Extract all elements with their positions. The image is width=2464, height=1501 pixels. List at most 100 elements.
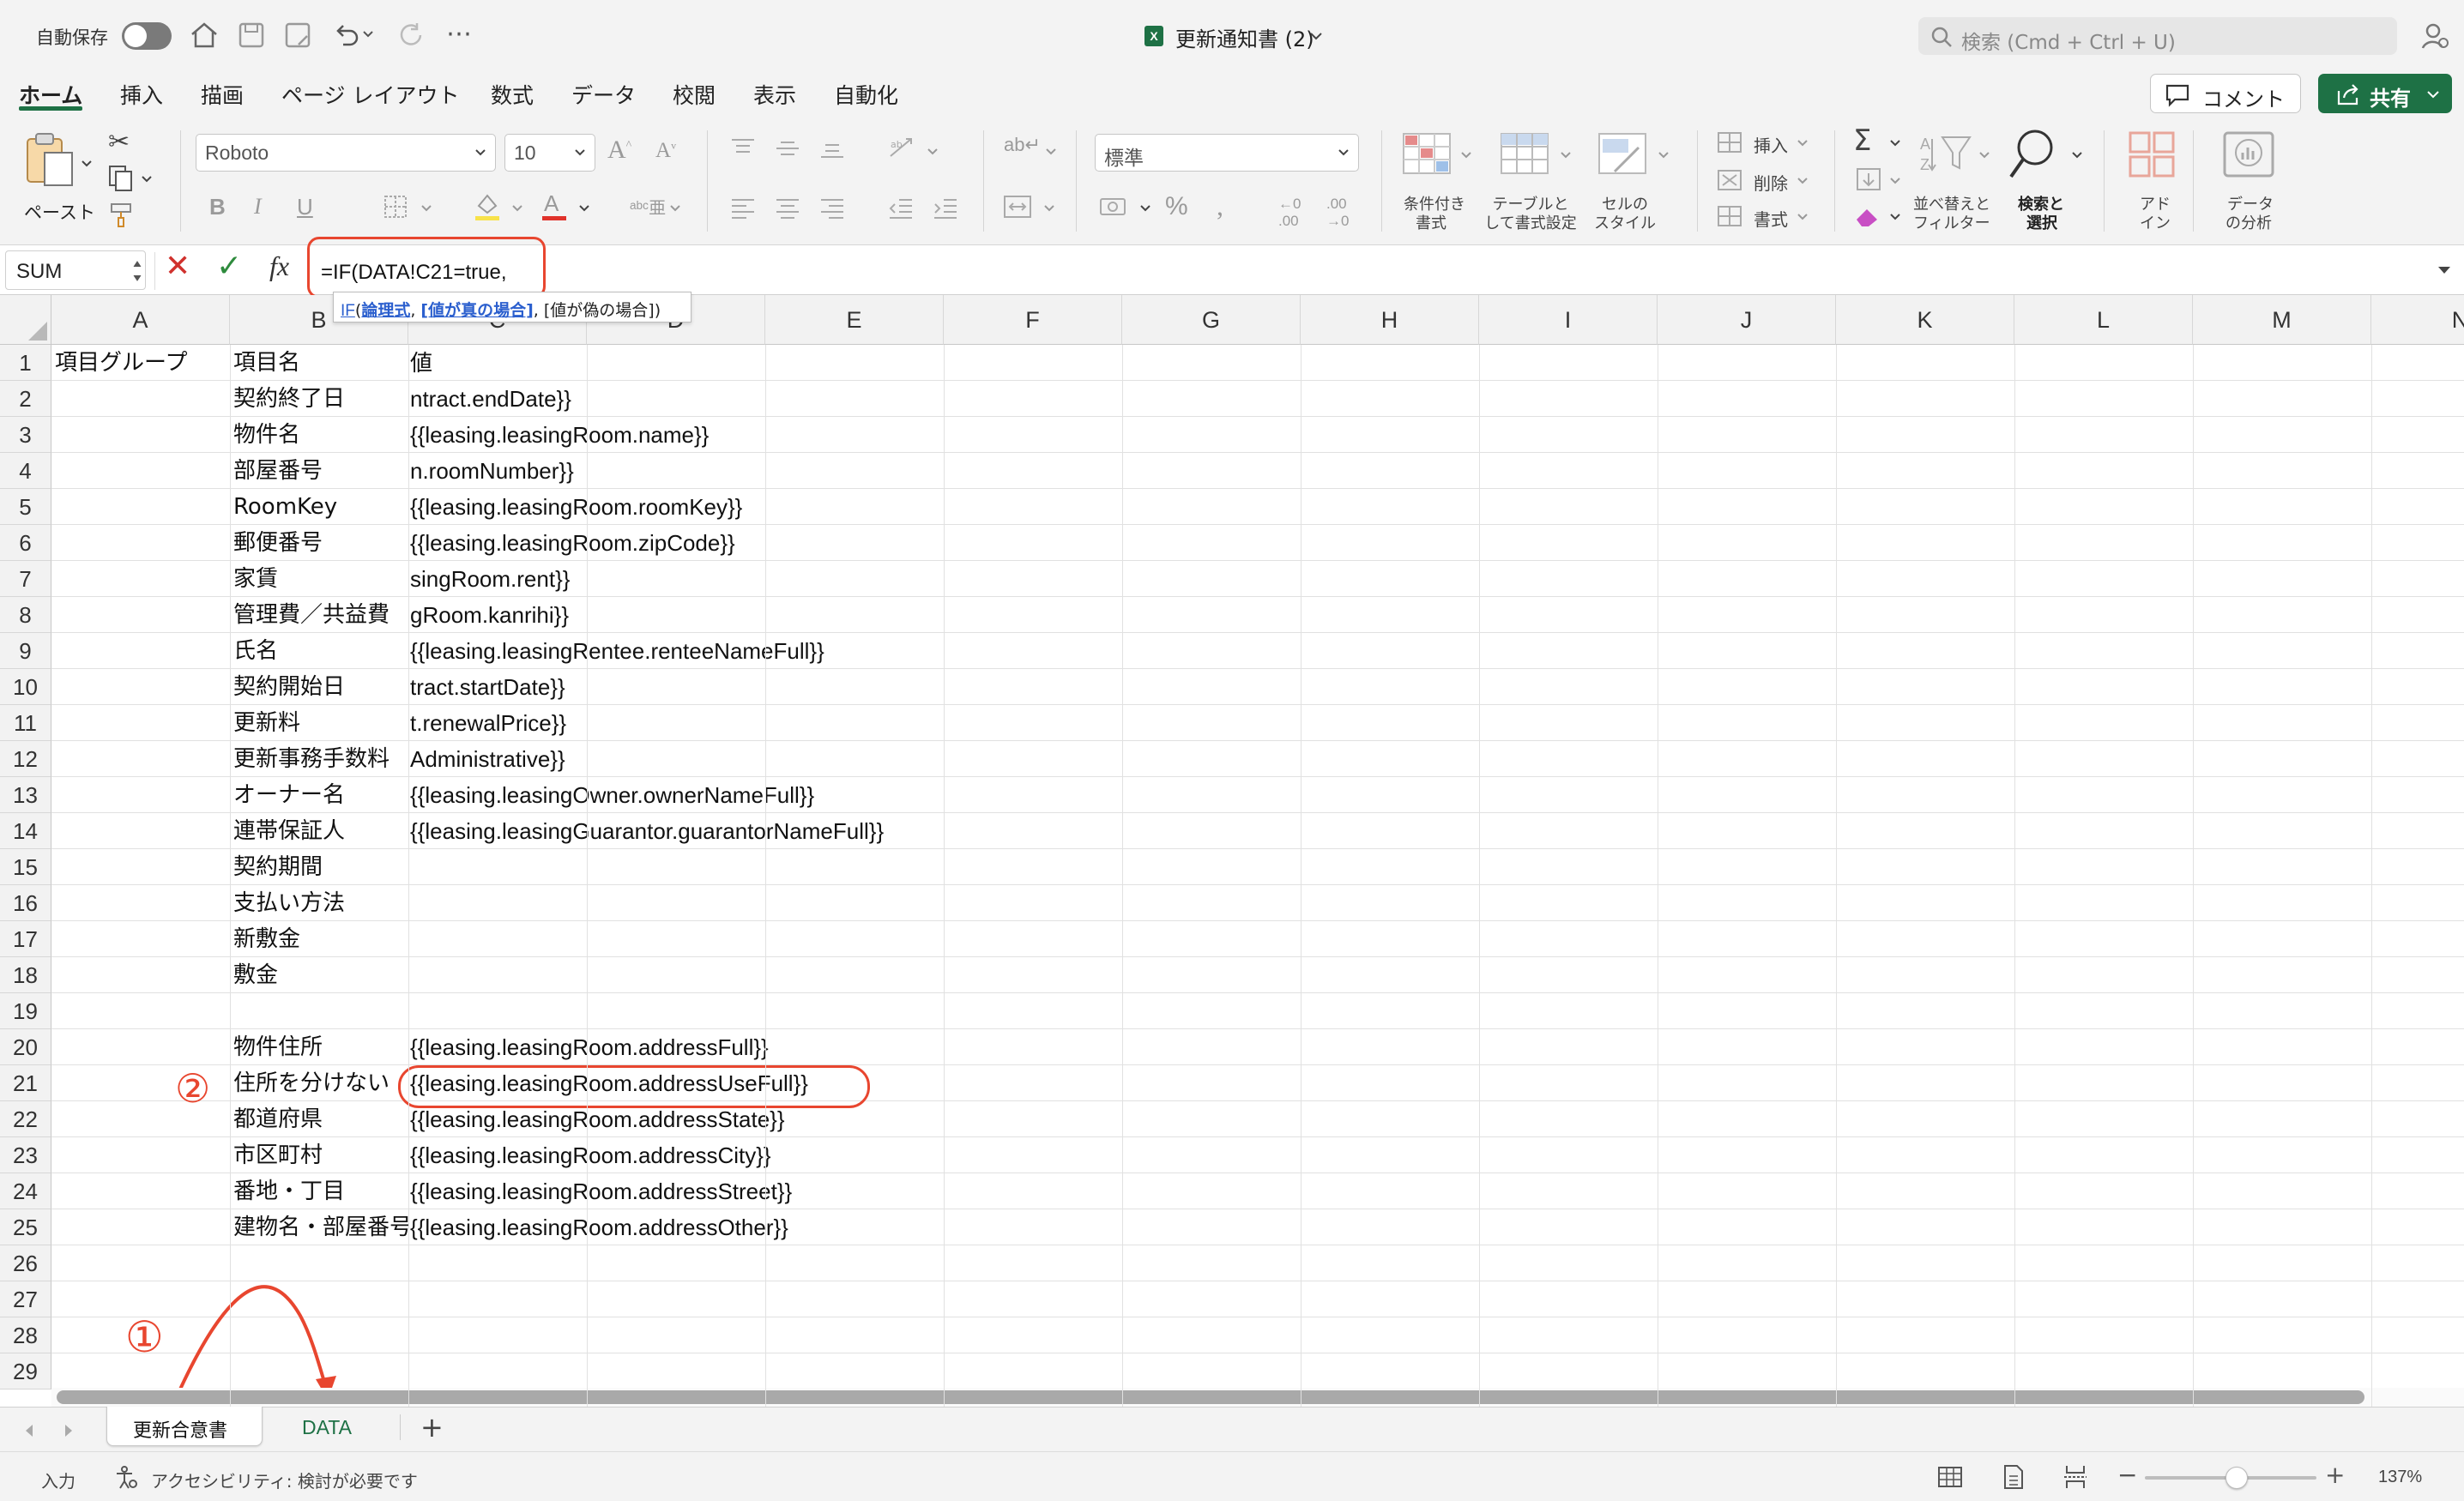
- wrap-chevron-down-icon[interactable]: [1045, 148, 1057, 156]
- format-cells-icon[interactable]: [1716, 204, 1743, 228]
- cell-item-name[interactable]: 更新事務手数料: [233, 741, 408, 777]
- borders-icon[interactable]: [383, 194, 408, 220]
- column-header-g[interactable]: G: [1122, 295, 1301, 345]
- cell-item-group[interactable]: [55, 561, 230, 597]
- find-select-icon[interactable]: [2008, 129, 2062, 180]
- zoom-in-icon[interactable]: +: [2325, 1461, 2345, 1489]
- row-header[interactable]: 15: [0, 849, 51, 885]
- increase-font-icon[interactable]: A^: [607, 136, 631, 165]
- save-icon[interactable]: [237, 21, 266, 50]
- cell-value[interactable]: tract.startDate}}: [410, 669, 959, 705]
- cell-value[interactable]: [410, 1317, 959, 1353]
- sheet-tab-data[interactable]: DATA: [266, 1408, 398, 1445]
- tab-review[interactable]: 校閲: [673, 79, 716, 110]
- delete-cells-label[interactable]: 削除: [1754, 170, 1788, 195]
- decrease-font-icon[interactable]: Av: [655, 139, 676, 163]
- cell-item-name[interactable]: 項目名: [233, 345, 408, 381]
- sort-chevron-down-icon[interactable]: [1978, 151, 1990, 160]
- copy-icon[interactable]: [106, 163, 136, 192]
- tooltip-function-name[interactable]: IF: [341, 302, 355, 320]
- row-header[interactable]: 14: [0, 813, 51, 849]
- fill-down-icon[interactable]: [1855, 166, 1882, 192]
- tab-data[interactable]: データ: [571, 79, 636, 110]
- font-color-icon[interactable]: A: [541, 190, 568, 223]
- row-header[interactable]: 20: [0, 1029, 51, 1065]
- cancel-icon[interactable]: ✕: [165, 249, 190, 284]
- cell-item-group[interactable]: [55, 705, 230, 741]
- zoom-slider[interactable]: [2145, 1467, 2316, 1489]
- cut-icon[interactable]: ✂: [108, 127, 130, 157]
- cell-item-group[interactable]: [55, 525, 230, 561]
- number-format-select[interactable]: 標準: [1095, 134, 1359, 172]
- cell-value[interactable]: gRoom.kanrihi}}: [410, 597, 959, 633]
- column-header-j[interactable]: J: [1658, 295, 1836, 345]
- clear-chevron-down-icon[interactable]: [1889, 213, 1901, 221]
- row-header[interactable]: 25: [0, 1209, 51, 1245]
- cell-value[interactable]: [410, 849, 959, 885]
- accessibility-status[interactable]: アクセシビリティ: 検討が必要です: [151, 1468, 418, 1492]
- zoom-out-icon[interactable]: −: [2117, 1461, 2137, 1489]
- font-size-select[interactable]: 10: [504, 134, 595, 172]
- cell-item-name[interactable]: 契約終了日: [233, 381, 408, 417]
- cell-item-group[interactable]: [55, 1029, 230, 1065]
- undo-dropdown-icon[interactable]: [362, 29, 374, 39]
- column-header-i[interactable]: I: [1479, 295, 1658, 345]
- align-center-icon[interactable]: [774, 197, 801, 220]
- font-color-chevron-down-icon[interactable]: [578, 204, 590, 213]
- format-chevron-down-icon[interactable]: [1797, 213, 1809, 221]
- cell-item-name[interactable]: 市区町村: [233, 1137, 408, 1173]
- row-header[interactable]: 10: [0, 669, 51, 705]
- wrap-text-icon[interactable]: ab↵: [1004, 134, 1041, 156]
- page-break-view-icon[interactable]: [2062, 1464, 2088, 1490]
- cell-value[interactable]: t.renewalPrice}}: [410, 705, 959, 741]
- cell-item-group[interactable]: [55, 993, 230, 1029]
- addins-icon[interactable]: [2128, 130, 2176, 178]
- cell-value[interactable]: {{leasing.leasingRoom.addressStreet}}: [410, 1173, 959, 1209]
- insert-chevron-down-icon[interactable]: [1797, 139, 1809, 148]
- cell-item-name[interactable]: 家賃: [233, 561, 408, 597]
- fill-down-chevron-icon[interactable]: [1889, 177, 1901, 185]
- cell-item-group[interactable]: [55, 1137, 230, 1173]
- row-header[interactable]: 17: [0, 921, 51, 957]
- share-button[interactable]: 共有: [2318, 74, 2452, 113]
- cell-item-group[interactable]: [55, 417, 230, 453]
- sort-filter-icon[interactable]: AZ: [1918, 130, 1973, 178]
- document-title[interactable]: 更新通知書 (2): [1175, 22, 1314, 52]
- cell-item-group[interactable]: [55, 813, 230, 849]
- row-header[interactable]: 7: [0, 561, 51, 597]
- row-header[interactable]: 13: [0, 777, 51, 813]
- page-layout-view-icon[interactable]: [2002, 1464, 2025, 1490]
- tooltip-arg-logical[interactable]: 論理式: [361, 301, 410, 320]
- autosave-toggle[interactable]: [122, 22, 172, 50]
- cell-item-group[interactable]: [55, 597, 230, 633]
- cell-item-name[interactable]: 番地・丁目: [233, 1173, 408, 1209]
- currency-chevron-down-icon[interactable]: [1139, 204, 1151, 213]
- tab-automate[interactable]: 自動化: [834, 79, 898, 110]
- format-as-table-icon[interactable]: [1500, 132, 1551, 177]
- paste-button[interactable]: ペースト: [19, 127, 96, 223]
- column-header-k[interactable]: K: [1836, 295, 2014, 345]
- row-header[interactable]: 3: [0, 417, 51, 453]
- insert-cells-label[interactable]: 挿入: [1754, 132, 1788, 157]
- expand-formula-icon[interactable]: [2437, 264, 2452, 276]
- increase-indent-icon[interactable]: [932, 197, 959, 220]
- name-box[interactable]: SUM: [5, 250, 146, 290]
- select-all-corner[interactable]: [0, 295, 51, 345]
- cell-item-group[interactable]: [55, 669, 230, 705]
- zoom-level[interactable]: 137%: [2378, 1468, 2422, 1487]
- search-input[interactable]: 検索 (Cmd + Ctrl + U): [1918, 17, 2397, 55]
- scroll-right-icon[interactable]: [62, 1423, 75, 1438]
- save-as-icon[interactable]: [283, 21, 312, 50]
- currency-icon[interactable]: [1098, 194, 1129, 220]
- column-header-a[interactable]: A: [51, 295, 230, 345]
- conditional-chevron-down-icon[interactable]: [1460, 151, 1472, 160]
- cell-item-group[interactable]: [55, 453, 230, 489]
- cell-item-group[interactable]: [55, 957, 230, 993]
- cell-value[interactable]: [410, 921, 959, 957]
- align-bottom-icon[interactable]: [818, 137, 846, 160]
- formula-input[interactable]: =IF(DATA!C21=true,: [309, 252, 2419, 292]
- redo-icon[interactable]: [396, 21, 426, 50]
- cell-value[interactable]: {{leasing.leasingGuarantor.guarantorName…: [410, 813, 959, 849]
- percent-icon[interactable]: %: [1165, 192, 1188, 221]
- cell-value[interactable]: [410, 885, 959, 921]
